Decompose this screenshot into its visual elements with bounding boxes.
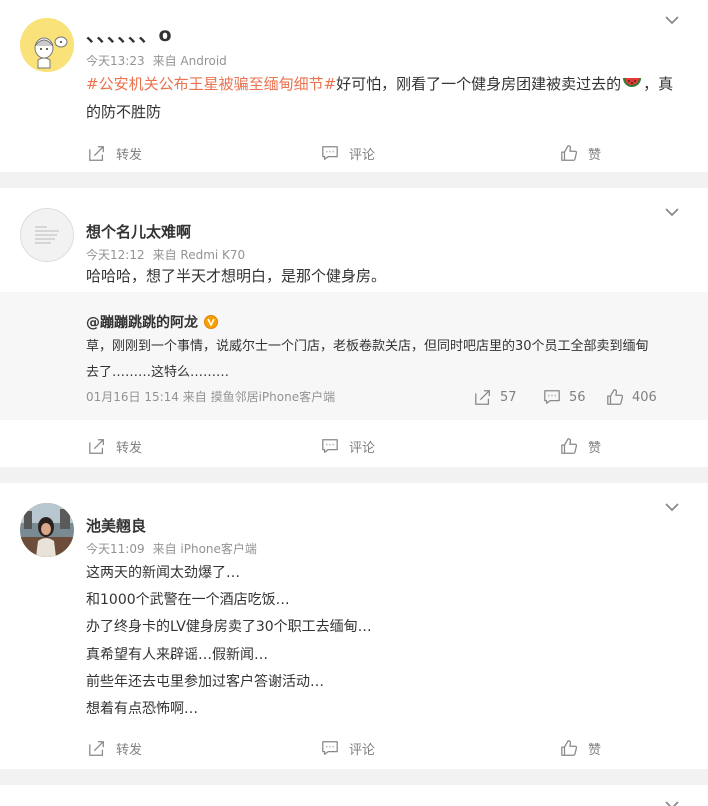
like-icon bbox=[606, 388, 624, 406]
action-bar: 转发 评论 赞 bbox=[0, 431, 708, 461]
like-button[interactable]: 赞 bbox=[560, 138, 601, 168]
chevron-down-icon[interactable] bbox=[664, 501, 680, 513]
avatar[interactable] bbox=[20, 503, 74, 557]
quoted-text: 草，刚刚到一个事情，说威尔士一个门店，老板卷款关店，但同时吧店里的30个员工全部… bbox=[86, 334, 676, 386]
avatar[interactable] bbox=[20, 208, 74, 262]
avatar[interactable] bbox=[20, 18, 74, 72]
quoted-text-line: 去了………这特么……… bbox=[86, 365, 230, 380]
repost-button[interactable]: 转发 bbox=[88, 138, 142, 168]
username[interactable]: 池美翹良 bbox=[86, 515, 146, 536]
post-source: 来自 iPhone客户端 bbox=[152, 542, 257, 556]
post-meta: 今天13:23 来自 Android bbox=[86, 52, 227, 69]
post-card: 、、、、、、o 今天13:23 来自 Android #公安机关公布王星被骗至缅甸… bbox=[0, 0, 708, 172]
quoted-like-count[interactable]: 406 bbox=[606, 388, 657, 406]
quoted-source: 来自 摸鱼邻居iPhone客户端 bbox=[182, 390, 336, 404]
post-source: 来自 Redmi K70 bbox=[152, 248, 246, 262]
quoted-username-text: @蹦蹦跳跳的阿龙 bbox=[86, 315, 198, 331]
repost-icon bbox=[88, 437, 106, 455]
quoted-username[interactable]: @蹦蹦跳跳的阿龙 bbox=[86, 312, 218, 332]
post-text-line: 前些年还去屯里参加过客户答谢活动… bbox=[86, 673, 324, 690]
like-icon bbox=[560, 437, 578, 455]
post-source: 来自 Android bbox=[152, 54, 227, 68]
like-label: 赞 bbox=[588, 440, 602, 456]
post-card: 想个名儿太难啊 今天12:12 来自 Redmi K70 哈哈哈，想了半天才想明白… bbox=[0, 188, 708, 467]
avatar-photo-icon bbox=[20, 503, 74, 557]
like-label: 赞 bbox=[588, 742, 602, 758]
repost-icon bbox=[474, 388, 492, 406]
avatar-note-icon bbox=[21, 209, 73, 261]
quoted-time[interactable]: 01月16日 15:14 bbox=[86, 390, 179, 404]
chevron-down-icon[interactable] bbox=[664, 14, 680, 26]
quoted-post[interactable]: @蹦蹦跳跳的阿龙 草，刚刚到一个事情，说威尔士一个门店，老板卷款关店，但同时吧店… bbox=[0, 292, 708, 420]
post-text-line: 和1000个武警在一个酒店吃饭… bbox=[86, 592, 290, 609]
post-text-body: 好可怕，刚看了一个健身房团建被卖过去的 bbox=[336, 75, 622, 93]
comment-icon bbox=[321, 437, 339, 455]
post-time[interactable]: 今天11:09 bbox=[86, 542, 145, 556]
like-icon bbox=[560, 144, 578, 162]
post-time[interactable]: 今天13:23 bbox=[86, 54, 145, 68]
post-text: 这两天的新闻太劲爆了… 和1000个武警在一个酒店吃饭… 办了终身卡的LV健身房… bbox=[86, 559, 686, 722]
comment-button[interactable]: 评论 bbox=[321, 138, 375, 168]
like-icon bbox=[560, 739, 578, 757]
repost-icon bbox=[88, 739, 106, 757]
post-text-line: 想着有点恐怖啊… bbox=[86, 700, 198, 717]
comment-button[interactable]: 评论 bbox=[321, 431, 375, 461]
quoted-repost-value: 57 bbox=[500, 389, 517, 405]
repost-label: 转发 bbox=[116, 742, 143, 758]
quoted-comment-value: 56 bbox=[569, 389, 586, 405]
comment-icon bbox=[321, 144, 339, 162]
comment-label: 评论 bbox=[349, 440, 376, 456]
quoted-meta: 01月16日 15:14 来自 摸鱼邻居iPhone客户端 bbox=[86, 388, 335, 405]
quoted-text-line: 草，刚刚到一个事情，说威尔士一个门店，老板卷款关店，但同时吧店里的30个员工全部… bbox=[86, 339, 649, 354]
watermelon-emoji-icon bbox=[623, 77, 642, 87]
username[interactable]: 想个名儿太难啊 bbox=[86, 221, 191, 242]
post-meta: 今天11:09 来自 iPhone客户端 bbox=[86, 540, 257, 557]
repost-button[interactable]: 转发 bbox=[88, 431, 142, 461]
like-label: 赞 bbox=[588, 147, 602, 163]
post-text: 哈哈哈，想了半天才想明白，是那个健身房。 bbox=[86, 267, 387, 285]
action-bar: 转发 评论 赞 bbox=[0, 138, 708, 168]
repost-button[interactable]: 转发 bbox=[88, 733, 142, 763]
repost-label: 转发 bbox=[116, 440, 143, 456]
chevron-down-icon[interactable] bbox=[664, 799, 680, 806]
comment-label: 评论 bbox=[349, 742, 376, 758]
quoted-repost-count[interactable]: 57 bbox=[474, 388, 517, 406]
like-button[interactable]: 赞 bbox=[560, 733, 601, 763]
comment-icon bbox=[543, 388, 561, 406]
quoted-comment-count[interactable]: 56 bbox=[543, 388, 586, 406]
verified-badge-icon bbox=[204, 315, 218, 329]
chevron-down-icon[interactable] bbox=[664, 206, 680, 218]
like-button[interactable]: 赞 bbox=[560, 431, 601, 461]
post-text: #公安机关公布王星被骗至缅甸细节#好可怕，刚看了一个健身房团建被卖过去的 ，真的防… bbox=[86, 70, 686, 126]
comment-button[interactable]: 评论 bbox=[321, 733, 375, 763]
post-text-line: 真希望有人来辟谣…假新闻… bbox=[86, 646, 268, 663]
post-text-line: 办了终身卡的LV健身房卖了30个职工去缅甸… bbox=[86, 619, 372, 636]
repost-label: 转发 bbox=[116, 147, 143, 163]
comment-icon bbox=[321, 739, 339, 757]
username[interactable]: 、、、、、、o bbox=[86, 20, 173, 47]
post-meta: 今天12:12 来自 Redmi K70 bbox=[86, 246, 245, 263]
repost-icon bbox=[88, 144, 106, 162]
post-card-partial bbox=[0, 785, 708, 806]
post-text-line: 这两天的新闻太劲爆了… bbox=[86, 565, 240, 581]
post-card: 池美翹良 今天11:09 来自 iPhone客户端 这两天的新闻太劲爆了… 和10… bbox=[0, 483, 708, 769]
action-bar: 转发 评论 赞 bbox=[0, 733, 708, 763]
avatar-cartoon-icon bbox=[20, 18, 74, 72]
post-time[interactable]: 今天12:12 bbox=[86, 248, 145, 262]
comment-label: 评论 bbox=[349, 147, 376, 163]
topic-link[interactable]: #公安机关公布王星被骗至缅甸细节# bbox=[86, 75, 336, 93]
quoted-like-value: 406 bbox=[632, 389, 657, 405]
